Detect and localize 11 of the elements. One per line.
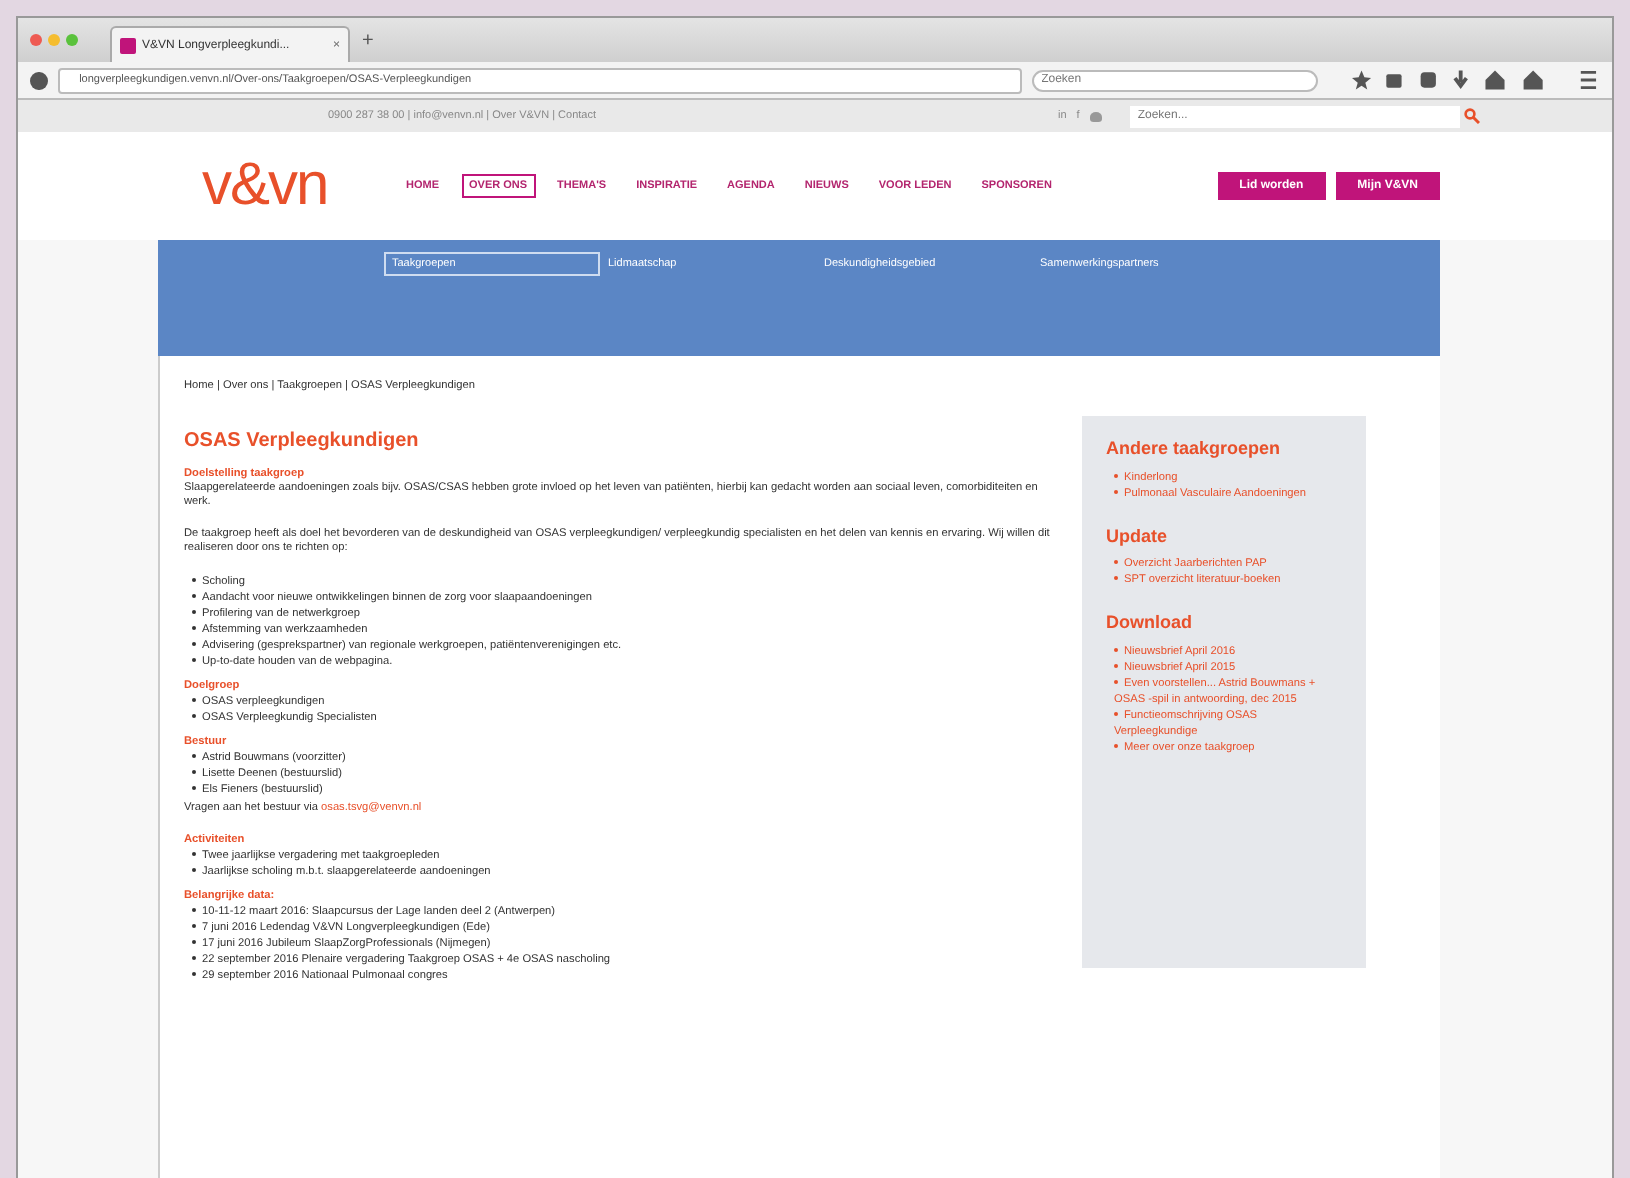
new-tab-button[interactable]: + bbox=[362, 29, 374, 51]
favicon-icon bbox=[120, 37, 136, 53]
sidebar-heading: Download bbox=[1106, 614, 1194, 631]
back-button[interactable] bbox=[30, 71, 48, 89]
toolbar-icons-drawing[interactable] bbox=[1352, 70, 1600, 90]
window-controls-icon[interactable] bbox=[30, 34, 78, 46]
search-icon[interactable] bbox=[1463, 108, 1480, 124]
site-logo[interactable]: v&vn bbox=[202, 156, 398, 216]
page-title: OSAS Verpleegkundigen bbox=[184, 434, 421, 448]
sidebar-heading: Andere taakgroepen bbox=[1106, 440, 1283, 457]
sidebar-heading: Update bbox=[1106, 527, 1170, 544]
